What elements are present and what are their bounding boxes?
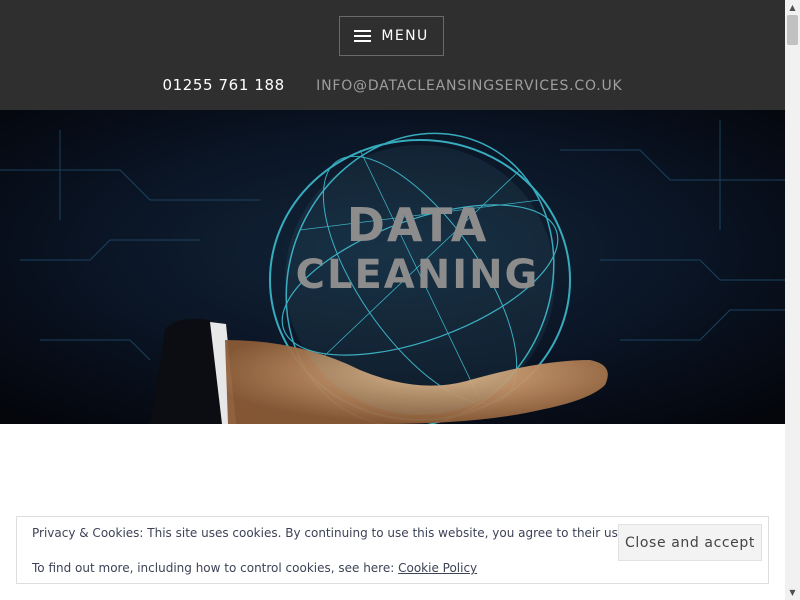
scroll-up-arrow-icon[interactable]: ▲ xyxy=(785,0,800,15)
hero-image: DATA CLEANING xyxy=(0,110,785,424)
cookie-notice-text: Privacy & Cookies: This site uses cookie… xyxy=(32,526,630,540)
menu-button[interactable]: MENU xyxy=(339,16,444,56)
hamburger-icon xyxy=(354,30,372,42)
cookie-find-out-text: To find out more, including how to contr… xyxy=(32,561,477,575)
scrollbar-thumb[interactable] xyxy=(787,15,798,45)
vertical-scrollbar[interactable]: ▲ ▼ xyxy=(785,0,800,600)
phone-number[interactable]: 01255 761 188 xyxy=(162,76,284,94)
cookie-banner: Privacy & Cookies: This site uses cookie… xyxy=(16,516,769,584)
site-header: MENU 01255 761 188 INFO@DATACLEANSINGSER… xyxy=(0,0,785,110)
page: MENU 01255 761 188 INFO@DATACLEANSINGSER… xyxy=(0,0,785,600)
hero-title-line1: DATA xyxy=(346,198,489,252)
contact-bar: 01255 761 188 INFO@DATACLEANSINGSERVICES… xyxy=(0,76,785,94)
hero-title-line2: CLEANING xyxy=(295,252,540,298)
scroll-down-arrow-icon[interactable]: ▼ xyxy=(785,585,800,600)
menu-label: MENU xyxy=(381,28,429,44)
close-and-accept-button[interactable]: Close and accept xyxy=(618,524,762,561)
cookie-policy-link[interactable]: Cookie Policy xyxy=(398,561,477,575)
cookie-find-out-prefix: To find out more, including how to contr… xyxy=(32,561,399,575)
email-link[interactable]: INFO@DATACLEANSINGSERVICES.CO.UK xyxy=(316,78,622,94)
